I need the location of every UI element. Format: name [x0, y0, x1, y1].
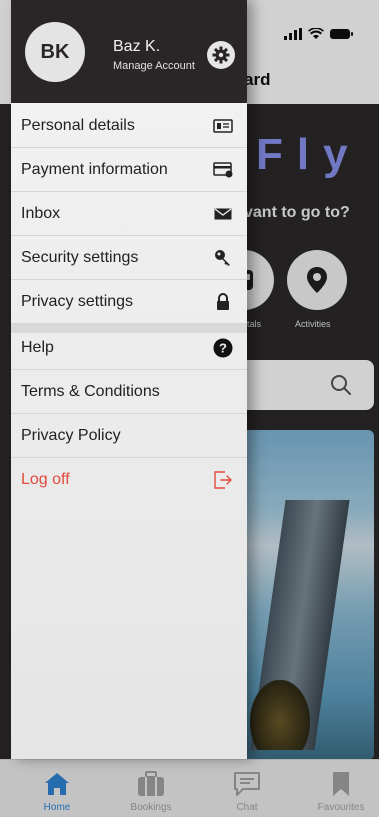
- menu-item-inbox[interactable]: Inbox: [11, 192, 247, 236]
- menu-item-privacy-policy[interactable]: Privacy Policy: [11, 414, 247, 458]
- menu-item-label: Personal details: [21, 116, 135, 134]
- menu-item-label: Payment information: [21, 160, 168, 178]
- menu-item-payment-information[interactable]: Payment information: [11, 148, 247, 192]
- menu-item-personal-details[interactable]: Personal details: [11, 104, 247, 148]
- credit-card-icon: [213, 160, 233, 180]
- id-card-icon: [213, 116, 233, 136]
- menu-item-label: Log off: [21, 470, 70, 488]
- menu-item-label: Help: [21, 338, 54, 356]
- manage-account-link[interactable]: Manage Account: [113, 60, 195, 72]
- app-screen: ard Fly vant to go to? ntals Activities: [0, 0, 379, 817]
- menu-item-help[interactable]: Help ?: [11, 326, 247, 370]
- gear-icon: [212, 46, 230, 64]
- logout-icon: [213, 470, 233, 490]
- menu-item-label: Security settings: [21, 248, 139, 266]
- menu-item-privacy-settings[interactable]: Privacy settings: [11, 280, 247, 324]
- side-drawer: BK Baz K. Manage Account Personal detail…: [11, 0, 247, 759]
- menu-item-label: Inbox: [21, 204, 61, 222]
- lock-icon: [213, 292, 233, 312]
- envelope-icon: [213, 204, 233, 224]
- menu-item-label: Terms & Conditions: [21, 382, 160, 400]
- menu-item-terms-conditions[interactable]: Terms & Conditions: [11, 370, 247, 414]
- drawer-menu-group-account: Personal details Payment information Inb…: [11, 104, 247, 324]
- question-circle-icon: ?: [213, 338, 233, 358]
- drawer-menu-group-support: Help ? Terms & Conditions Privacy Policy…: [11, 326, 247, 501]
- user-name: Baz K.: [113, 38, 161, 55]
- menu-item-label: Privacy settings: [21, 292, 134, 310]
- menu-item-label: Privacy Policy: [21, 426, 121, 444]
- settings-button[interactable]: [207, 41, 235, 69]
- key-icon: [213, 248, 233, 268]
- menu-item-security-settings[interactable]: Security settings: [11, 236, 247, 280]
- avatar[interactable]: BK: [25, 22, 85, 82]
- svg-text:?: ?: [219, 341, 227, 356]
- menu-item-log-off[interactable]: Log off: [11, 458, 247, 501]
- drawer-header: BK Baz K. Manage Account: [11, 0, 247, 103]
